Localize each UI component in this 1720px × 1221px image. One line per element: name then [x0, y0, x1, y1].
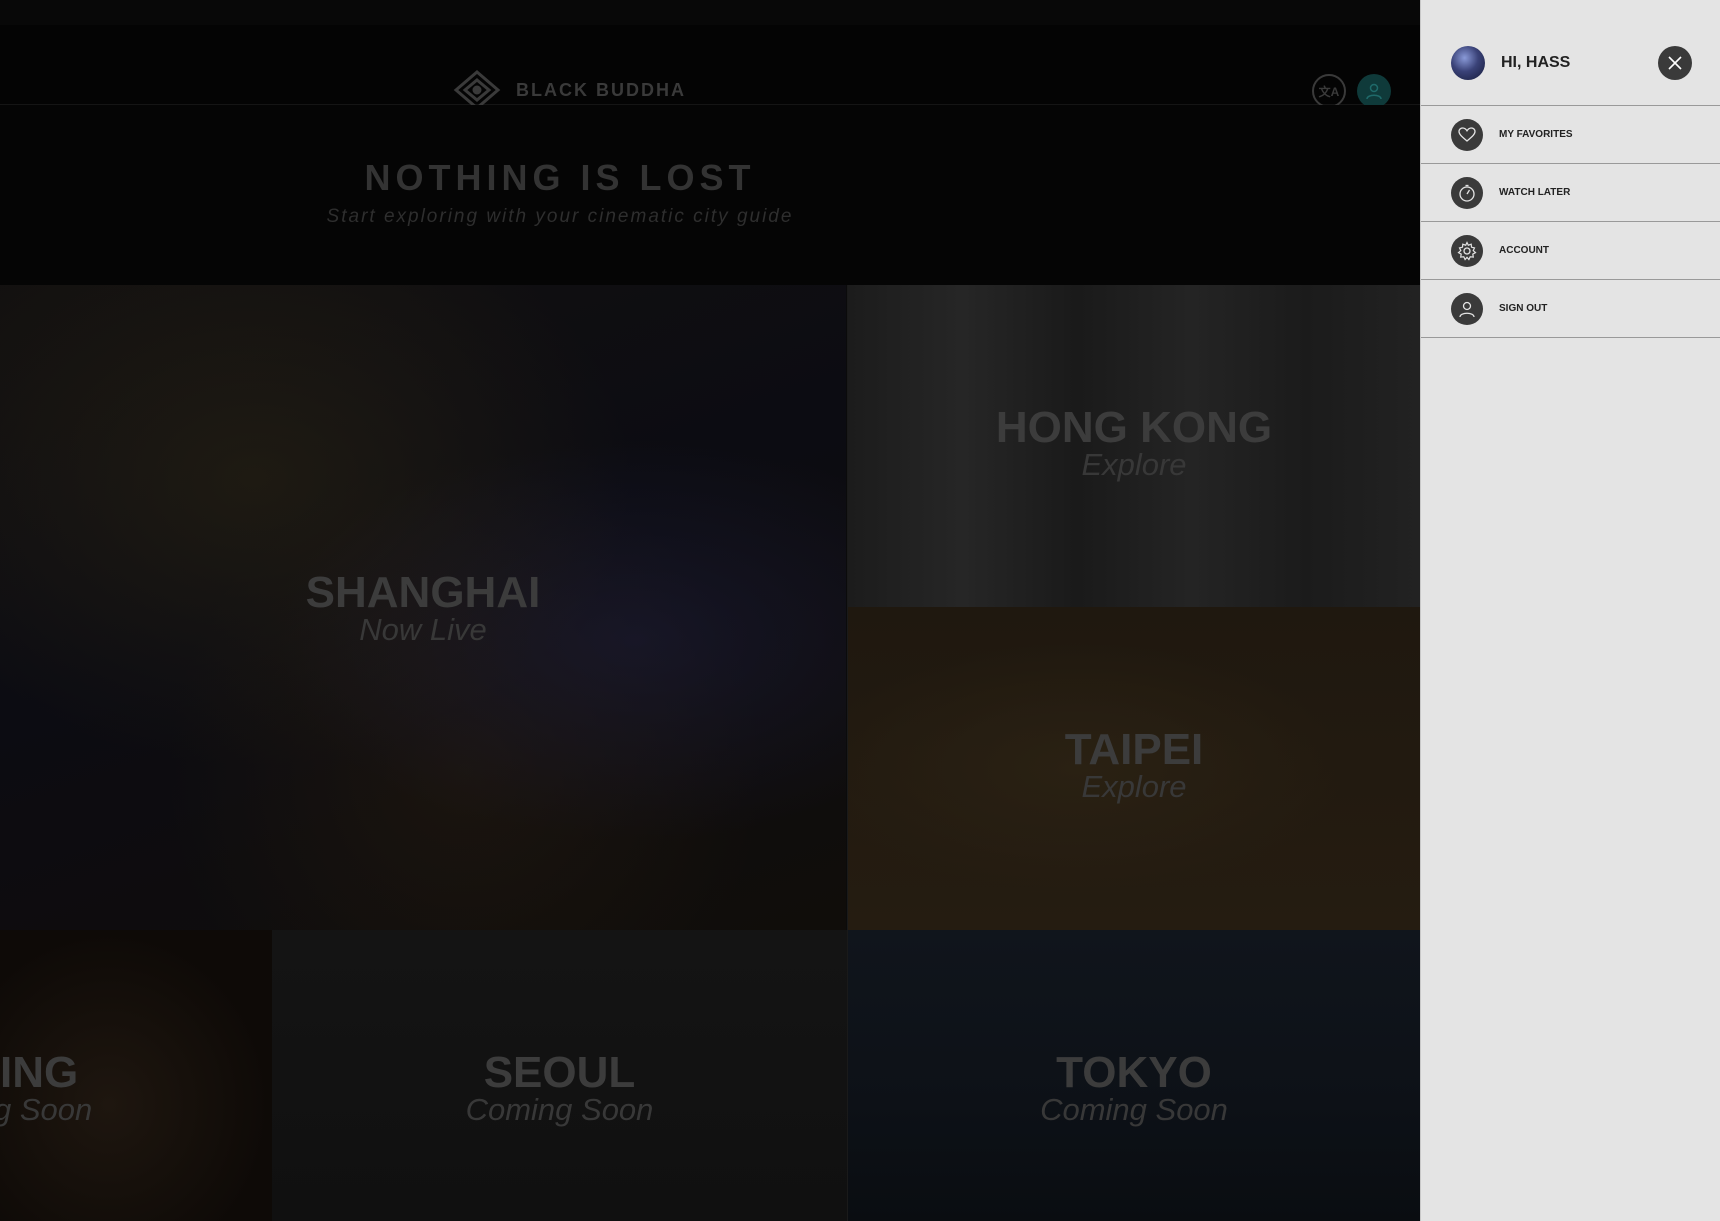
city-status: g Soon [0, 1092, 93, 1127]
city-tile-shanghai[interactable]: SHANGHAI Now Live [0, 285, 846, 930]
stopwatch-icon [1451, 176, 1483, 209]
city-name: TOKYO [1056, 1048, 1212, 1097]
avatar[interactable] [1451, 46, 1485, 80]
top-navigation-bar: BLACK BUDDHA 文A [0, 0, 1420, 110]
close-icon [1668, 56, 1682, 70]
city-name: ING [0, 1048, 79, 1097]
drawer-header: HI, HASS [1421, 0, 1720, 106]
menu-item-label: SIGN OUT [1499, 303, 1548, 314]
city-name: SHANGHAI [305, 568, 541, 617]
language-toggle-button[interactable]: 文A [1312, 74, 1346, 108]
city-status: Now Live [359, 612, 487, 647]
city-tile-hong-kong[interactable]: HONG KONG Explore [847, 285, 1420, 607]
menu-item-watch-later[interactable]: WATCH LATER [1421, 164, 1720, 222]
city-name: SEOUL [483, 1048, 636, 1097]
city-name: HONG KONG [995, 403, 1273, 452]
hero-subtitle: Start exploring with your cinematic city… [326, 206, 794, 227]
city-status: Coming Soon [465, 1092, 654, 1127]
user-icon [1451, 292, 1483, 325]
main-page: BLACK BUDDHA 文A NOTHING IS LOST Start ex… [0, 0, 1420, 1221]
close-drawer-button[interactable] [1658, 46, 1692, 80]
city-tile-partial[interactable]: ING g Soon [0, 930, 272, 1221]
user-menu-button[interactable] [1357, 74, 1391, 108]
city-status: Explore [1081, 447, 1187, 482]
user-icon [1366, 83, 1382, 100]
city-status: Explore [1081, 769, 1187, 804]
menu-item-my-favorites[interactable]: MY FAVORITES [1421, 106, 1720, 164]
brand-logo[interactable]: BLACK BUDDHA [452, 70, 686, 110]
city-status: Coming Soon [1040, 1092, 1228, 1127]
logo-mark-icon [453, 70, 501, 110]
hero-title: NOTHING IS LOST [364, 157, 756, 198]
city-name: TAIPEI [1064, 725, 1204, 774]
heart-icon [1451, 118, 1483, 151]
user-greeting: HI, HASS [1501, 54, 1571, 71]
hero-section: NOTHING IS LOST Start exploring with you… [0, 105, 1420, 285]
gear-icon [1451, 234, 1483, 267]
menu-item-account[interactable]: ACCOUNT [1421, 222, 1720, 280]
menu-item-label: MY FAVORITES [1499, 129, 1573, 140]
menu-item-label: ACCOUNT [1499, 245, 1549, 256]
city-tile-taipei[interactable]: TAIPEI Explore [847, 607, 1420, 930]
brand-name: BLACK BUDDHA [516, 79, 686, 100]
city-tile-tokyo[interactable]: TOKYO Coming Soon [847, 930, 1420, 1221]
language-icon: 文A [1318, 84, 1340, 99]
drawer-menu: MY FAVORITES WATCH LATER ACCOUNT SIGN OU… [1421, 106, 1720, 338]
user-drawer: HI, HASS MY FAVORITES WATCH LATER ACCOUN… [1420, 0, 1720, 1221]
city-tile-seoul[interactable]: SEOUL Coming Soon [272, 930, 847, 1221]
menu-item-label: WATCH LATER [1499, 187, 1571, 198]
menu-item-sign-out[interactable]: SIGN OUT [1421, 280, 1720, 338]
